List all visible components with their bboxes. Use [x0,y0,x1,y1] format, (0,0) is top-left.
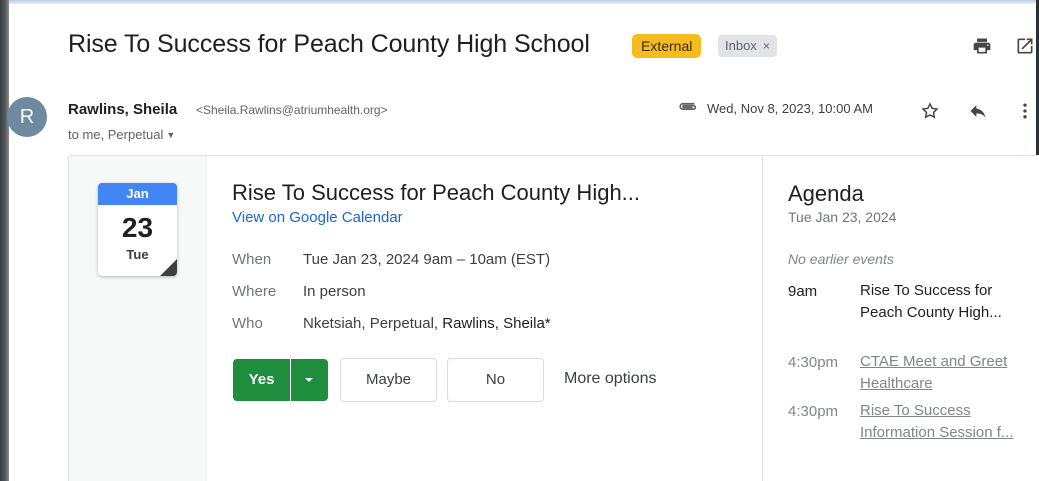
calendar-icon: Jan 23 Tue [98,183,177,276]
event-title: Rise To Success for Peach County High... [232,180,641,205]
attachment-icon [679,102,697,111]
external-label-badge: External [632,34,702,58]
when-label: When [232,251,272,268]
agenda-title: Agenda [788,181,864,206]
sender-avatar[interactable]: R [7,97,47,137]
agenda-date: Tue Jan 23, 2024 [788,209,897,225]
where-label: Where [232,283,277,300]
agenda-event-time: 4:30pm [788,354,839,371]
more-vert-icon[interactable] [1015,101,1035,121]
who-guest: Nketsiah, Perpetual, [303,315,443,332]
window-top-edge [0,0,1039,4]
who-organizer: Rawlins, Sheila* [442,315,551,332]
agenda-empty-note: No earlier events [788,251,894,267]
caret-down-icon: ▼ [166,130,176,140]
agenda-event-title: Rise To Success for Peach County High... [860,282,1002,321]
print-icon[interactable] [972,36,992,56]
who-value: Nketsiah, Perpetual, Rawlins, Sheila* [303,315,551,332]
where-value: In person [303,283,366,300]
rsvp-yes-button[interactable]: Yes [233,359,290,401]
agenda-event-link[interactable]: CTAE Meet and Greet Healthcare [860,351,1020,395]
agenda-event-time: 9am [788,283,818,300]
calendar-icon-month: Jan [98,183,177,205]
reply-icon[interactable] [968,101,988,121]
view-on-google-calendar-link[interactable]: View on Google Calendar [232,209,403,226]
star-icon[interactable] [920,101,940,121]
email-subject: Rise To Success for Peach County High Sc… [68,30,590,58]
dropdown-arrow-icon [305,378,313,382]
agenda-divider [762,156,763,481]
inbox-label-chip[interactable]: Inbox × [718,35,777,57]
sender-email: <Sheila.Rawlins@atriumhealth.org> [196,103,388,117]
when-value: Tue Jan 23, 2024 9am – 10am (EST) [303,251,551,268]
rsvp-maybe-button[interactable]: Maybe [340,358,437,402]
recipients-dropdown[interactable]: to me, Perpetual ▼ [68,127,175,142]
more-options-button[interactable]: More options [564,370,657,388]
rsvp-yes-options-button[interactable] [291,359,328,401]
agenda-event-link[interactable]: Rise To Success Information Session f... [860,400,1020,444]
calendar-icon-day: 23 [121,212,154,243]
open-in-new-icon[interactable] [1015,36,1035,56]
rsvp-no-button[interactable]: No [447,358,544,402]
recipients-text: to me, Perpetual [68,127,164,142]
who-label: Who [232,315,263,332]
window-left-edge [0,0,9,481]
remove-label-icon[interactable]: × [763,39,770,53]
sender-name[interactable]: Rawlins, Sheila [68,101,177,118]
inbox-label-text: Inbox [725,38,757,53]
calendar-page-fold [160,259,177,276]
agenda-event-time: 4:30pm [788,403,839,420]
message-date: Wed, Nov 8, 2023, 10:00 AM [707,101,873,116]
